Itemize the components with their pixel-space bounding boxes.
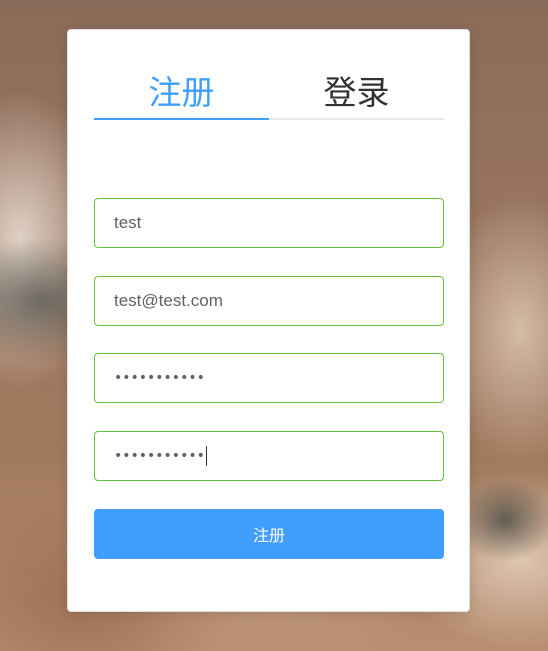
auth-tabs: 注册 登录: [94, 68, 444, 120]
username-input[interactable]: test: [94, 198, 444, 248]
register-card: 注册 登录 test test@test.com ••••••••••• •••…: [67, 29, 470, 612]
text-cursor: [205, 446, 207, 466]
username-value: test: [114, 213, 142, 232]
confirm-password-value: •••••••••••: [114, 448, 205, 464]
tab-login[interactable]: 登录: [269, 68, 444, 118]
password-value: •••••••••••: [114, 370, 205, 386]
confirm-password-input[interactable]: •••••••••••: [94, 431, 444, 481]
tab-register[interactable]: 注册: [94, 68, 269, 120]
email-input[interactable]: test@test.com: [94, 276, 444, 326]
password-input[interactable]: •••••••••••: [94, 353, 444, 403]
email-value: test@test.com: [114, 291, 223, 310]
register-submit-button[interactable]: 注册: [94, 509, 444, 559]
